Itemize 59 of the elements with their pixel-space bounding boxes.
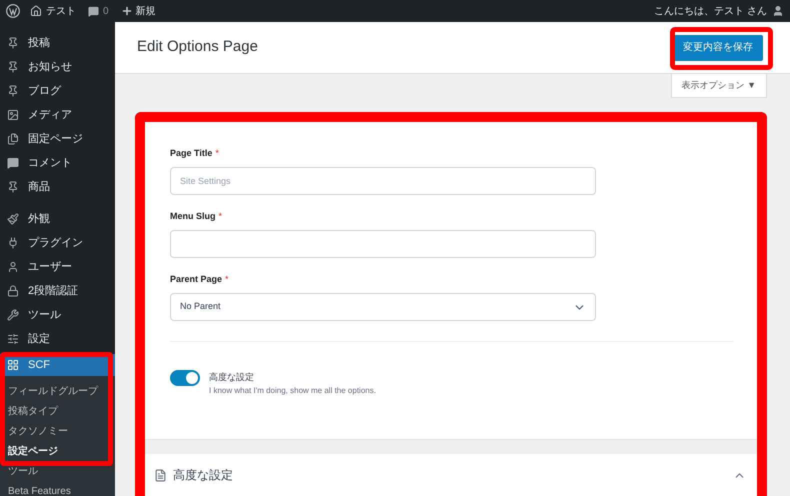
- comment-count[interactable]: 0: [103, 4, 109, 18]
- wrench-icon: [7, 309, 19, 321]
- select-field[interactable]: No Parent: [170, 293, 596, 321]
- required-mark: *: [218, 210, 222, 224]
- field-label: Page Title: [170, 147, 212, 160]
- submenu-item[interactable]: フィールドグループ: [0, 381, 115, 401]
- plus-icon: [120, 5, 133, 17]
- field-label: Parent Page: [170, 273, 222, 286]
- input-field[interactable]: [170, 230, 596, 258]
- brush-icon: [7, 213, 19, 225]
- wordpress-logo-icon[interactable]: [6, 4, 20, 18]
- sidebar-item[interactable]: 設定: [0, 327, 115, 351]
- sidebar-item[interactable]: ブログ: [0, 79, 115, 103]
- avatar-icon[interactable]: [772, 5, 784, 17]
- sidebar-item[interactable]: お知らせ: [0, 55, 115, 79]
- pages-icon: [7, 133, 19, 145]
- greeting-link[interactable]: こんにちは、テスト さん: [654, 4, 767, 18]
- submenu-item[interactable]: ツール: [0, 461, 115, 481]
- grid-icon: [7, 359, 19, 371]
- new-link[interactable]: 新規: [136, 4, 156, 18]
- page-title: Edit Options Page: [137, 37, 258, 58]
- sidebar-item[interactable]: ユーザー: [0, 255, 115, 279]
- input-field[interactable]: Site Settings: [170, 167, 596, 195]
- sidebar-item[interactable]: 商品: [0, 175, 115, 199]
- speech-bubble-icon: [7, 157, 19, 169]
- plug-icon: [7, 237, 19, 249]
- toggle-description: I know what I'm doing, show me all the options.: [209, 385, 376, 397]
- sidebar-item[interactable]: 固定ページ: [0, 127, 115, 151]
- screen-options-button[interactable]: 表示オプション ▼: [670, 74, 767, 98]
- sidebar-item[interactable]: 投稿: [0, 31, 115, 55]
- home-icon: [30, 5, 42, 17]
- submenu-item[interactable]: 設定ページ: [0, 441, 115, 461]
- required-mark: *: [215, 147, 219, 160]
- sidebar-item[interactable]: コメント: [0, 151, 115, 175]
- toggle-label: 高度な設定: [209, 371, 255, 384]
- pin-icon: [7, 37, 19, 49]
- site-name-link[interactable]: テスト: [46, 4, 76, 18]
- sidebar-item[interactable]: プラグイン: [0, 231, 115, 255]
- sidebar-item[interactable]: メディア: [0, 103, 115, 127]
- submenu-item[interactable]: 投稿タイプ: [0, 401, 115, 421]
- user-icon: [7, 261, 19, 273]
- document-icon: [154, 468, 167, 482]
- sidebar-item[interactable]: 外観: [0, 207, 115, 231]
- submenu-item[interactable]: タクソノミー: [0, 421, 115, 441]
- comment-icon: [88, 6, 99, 16]
- image-icon: [7, 109, 19, 121]
- submenu-item[interactable]: Beta Features: [0, 481, 115, 496]
- field-label: Menu Slug: [170, 210, 216, 224]
- sidebar-item[interactable]: 2段階認証: [0, 279, 115, 303]
- lock-icon: [7, 285, 19, 297]
- accordion-header[interactable]: 高度な設定: [145, 454, 757, 496]
- toggle-switch[interactable]: [170, 370, 200, 386]
- pin-icon: [7, 61, 19, 73]
- required-mark: *: [225, 273, 229, 286]
- save-button[interactable]: 変更内容を保存: [673, 34, 763, 60]
- sidebar-item[interactable]: ツール: [0, 303, 115, 327]
- sliders-icon: [7, 333, 19, 345]
- pin-icon: [7, 181, 19, 193]
- pin-icon: [7, 85, 19, 97]
